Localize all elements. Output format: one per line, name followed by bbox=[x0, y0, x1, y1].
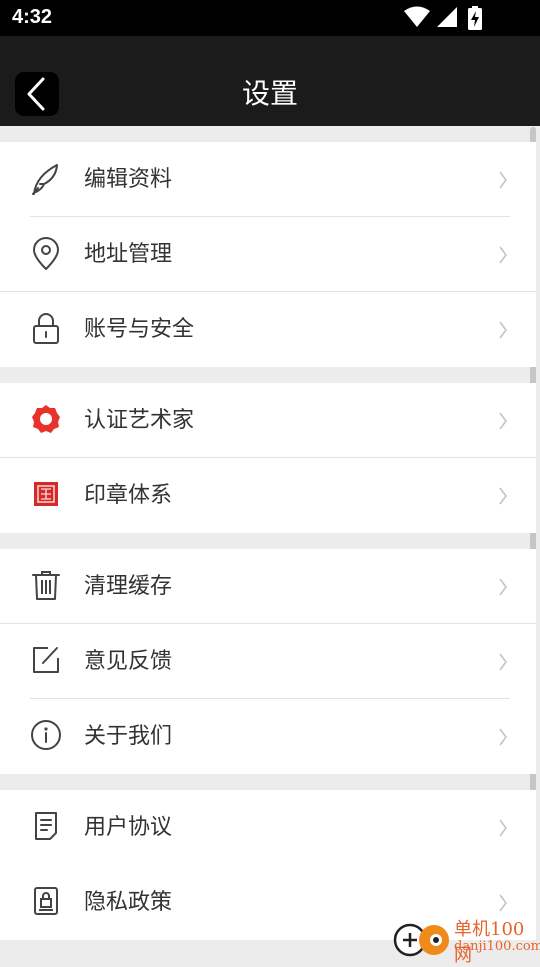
menu-item-verified-artist[interactable]: 认证艺术家 bbox=[0, 383, 536, 458]
title-bar: 设置 bbox=[0, 36, 540, 126]
wifi-icon bbox=[404, 6, 430, 27]
chevron-right-icon bbox=[499, 728, 507, 746]
trash-can-icon bbox=[30, 569, 62, 601]
menu-item-user-agreement[interactable]: 用户协议 bbox=[0, 790, 536, 865]
menu-item-feedback[interactable]: 意见反馈 bbox=[0, 624, 536, 699]
chevron-right-icon bbox=[499, 246, 507, 264]
info-icon bbox=[30, 719, 62, 751]
menu-item-label: 用户协议 bbox=[84, 815, 173, 840]
menu-item-label: 关于我们 bbox=[84, 724, 173, 749]
signal-icon bbox=[437, 7, 457, 27]
settings-group-profile: 编辑资料 地址管理 账号与安全 bbox=[0, 142, 536, 367]
chevron-right-icon bbox=[499, 653, 507, 671]
watermark-logo-icon bbox=[393, 923, 449, 957]
chevron-right-icon bbox=[499, 578, 507, 596]
menu-item-account-security[interactable]: 账号与安全 bbox=[0, 292, 536, 367]
menu-item-about-us[interactable]: 关于我们 bbox=[0, 699, 536, 774]
menu-item-label: 意见反馈 bbox=[84, 649, 173, 674]
location-pin-icon bbox=[30, 237, 62, 270]
menu-item-label: 印章体系 bbox=[84, 483, 173, 508]
menu-item-edit-profile[interactable]: 编辑资料 bbox=[0, 142, 536, 217]
privacy-lock-document-icon bbox=[30, 885, 62, 917]
verified-badge-icon bbox=[30, 403, 62, 435]
chevron-right-icon bbox=[499, 171, 507, 189]
settings-group-artist: 认证艺术家 印章体系 bbox=[0, 383, 536, 533]
battery-icon bbox=[468, 6, 482, 30]
quill-pen-icon bbox=[30, 162, 62, 195]
settings-group-misc: 清理缓存 意见反馈 关于我们 bbox=[0, 549, 536, 774]
chevron-right-icon bbox=[499, 894, 507, 912]
page-title: 设置 bbox=[241, 77, 298, 110]
chevron-right-icon bbox=[499, 321, 507, 339]
menu-item-label: 隐私政策 bbox=[84, 890, 173, 915]
menu-item-seal-system[interactable]: 印章体系 bbox=[0, 458, 536, 533]
chevron-right-icon bbox=[499, 487, 507, 505]
menu-item-label: 地址管理 bbox=[84, 242, 173, 267]
menu-item-label: 账号与安全 bbox=[84, 317, 195, 342]
menu-item-label: 认证艺术家 bbox=[84, 408, 195, 433]
edit-note-icon bbox=[30, 644, 62, 676]
padlock-icon bbox=[30, 312, 62, 344]
status-time: 4:32 bbox=[12, 6, 53, 28]
menu-item-clear-cache[interactable]: 清理缓存 bbox=[0, 549, 536, 624]
seal-stamp-icon bbox=[30, 478, 62, 510]
watermark-logo: 单机100网 danji100.com bbox=[392, 915, 540, 966]
menu-item-label: 清理缓存 bbox=[84, 574, 173, 599]
document-icon bbox=[30, 810, 62, 842]
menu-item-label: 编辑资料 bbox=[84, 167, 173, 192]
chevron-right-icon bbox=[499, 412, 507, 430]
status-bar: 4:32 bbox=[0, 0, 540, 36]
chevron-right-icon bbox=[499, 819, 507, 837]
menu-item-address[interactable]: 地址管理 bbox=[0, 217, 536, 292]
watermark-url: danji100.com bbox=[454, 939, 540, 954]
